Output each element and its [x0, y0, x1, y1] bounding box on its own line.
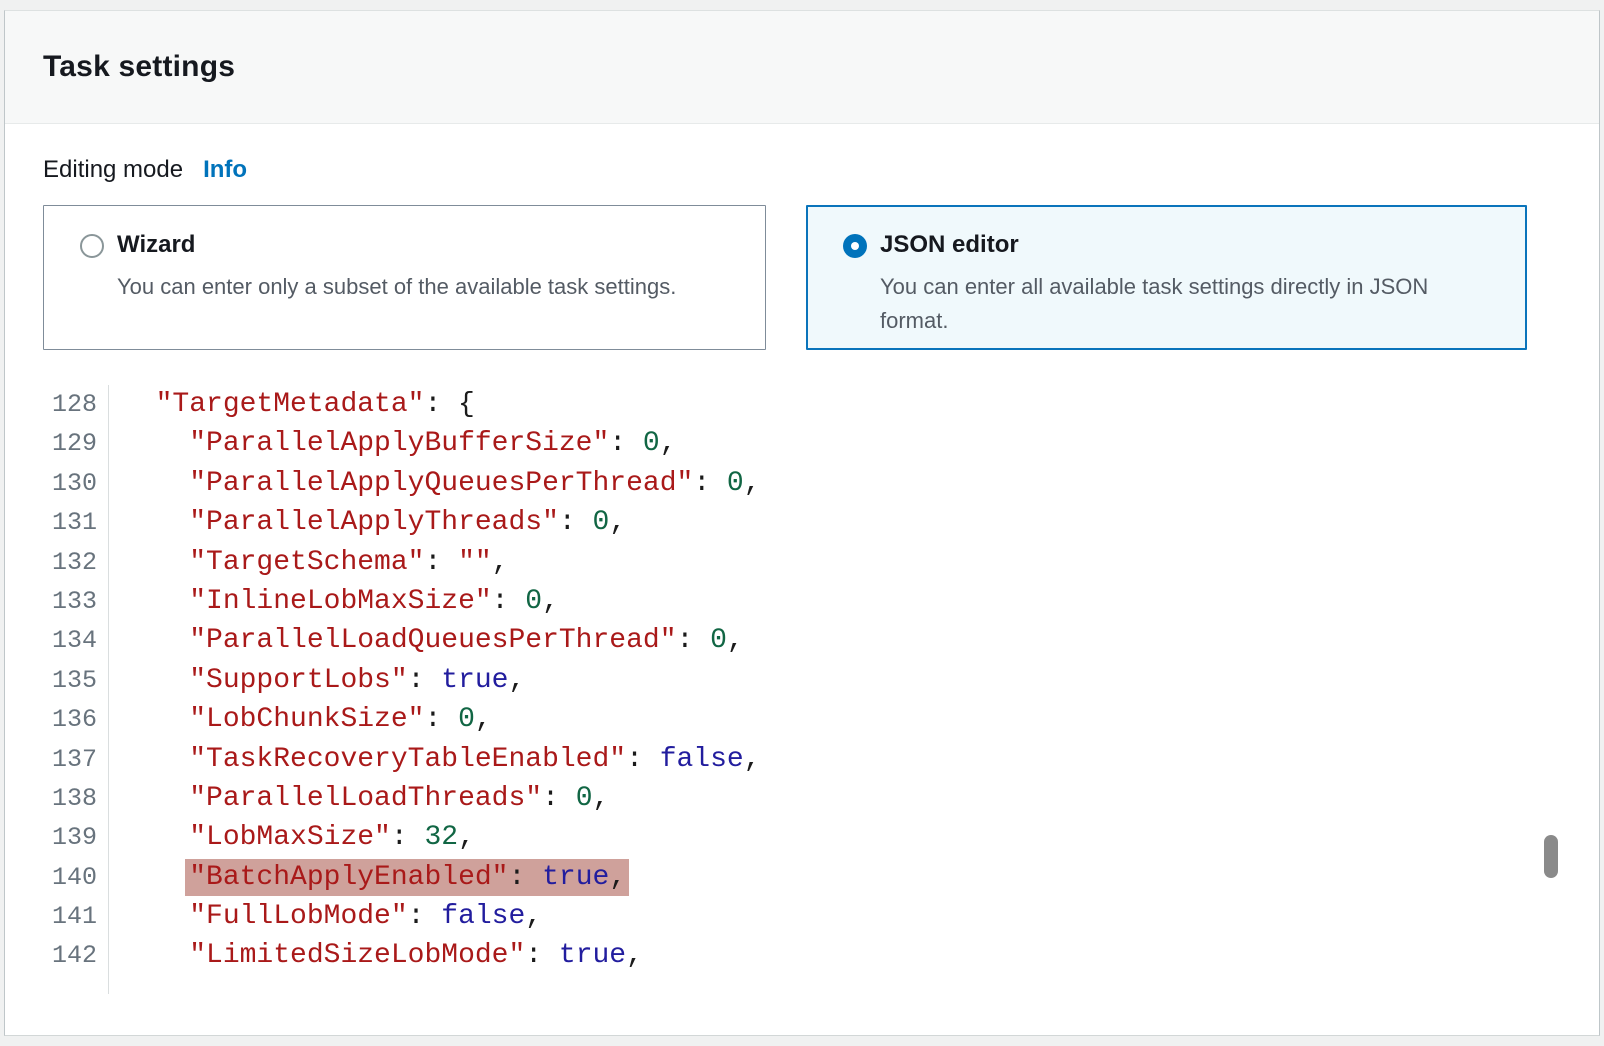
radio-selected-icon[interactable] — [843, 234, 867, 258]
line-number: 136 — [43, 700, 108, 739]
line-number: 133 — [43, 582, 108, 621]
code-line-text: "BatchApplyEnabled": true, — [108, 858, 629, 897]
task-settings-panel: Task settings Editing mode Info Wizard Y… — [4, 10, 1600, 1036]
line-number: 129 — [43, 424, 108, 463]
editing-mode-options: Wizard You can enter only a subset of th… — [43, 205, 1559, 350]
code-line-text: "ParallelApplyBufferSize": 0, — [108, 424, 677, 463]
json-editor-option-tile[interactable]: JSON editor You can enter all available … — [806, 205, 1527, 350]
line-number: 139 — [43, 818, 108, 857]
code-line[interactable]: 128 "TargetMetadata": { — [43, 385, 1559, 424]
code-line[interactable]: 142 "LimitedSizeLobMode": true, — [43, 936, 1559, 975]
json-editor-option-text: JSON editor You can enter all available … — [880, 230, 1500, 338]
wizard-option-label: Wizard — [117, 230, 676, 260]
info-link[interactable]: Info — [203, 154, 247, 186]
code-line-text: "LobChunkSize": 0, — [108, 700, 492, 739]
scrollbar-thumb[interactable] — [1544, 835, 1558, 878]
panel-header: Task settings — [5, 11, 1599, 124]
code-line[interactable]: 137 "TaskRecoveryTableEnabled": false, — [43, 740, 1559, 779]
page-title: Task settings — [43, 50, 235, 84]
highlighted-token-range: "BatchApplyEnabled": true, — [185, 859, 629, 896]
json-editor-option-description: You can enter all available task setting… — [880, 270, 1500, 338]
code-line[interactable]: 134 "ParallelLoadQueuesPerThread": 0, — [43, 621, 1559, 660]
code-line-text: "ParallelLoadThreads": 0, — [108, 779, 609, 818]
code-line-text: "ParallelApplyQueuesPerThread": 0, — [108, 464, 761, 503]
code-line-text: "ParallelLoadQueuesPerThread": 0, — [108, 621, 744, 660]
code-line-text: "SupportLobs": true, — [108, 661, 525, 700]
editing-mode-label: Editing mode — [43, 154, 183, 186]
line-number: 134 — [43, 621, 108, 660]
line-number: 142 — [43, 936, 108, 975]
wizard-option-description: You can enter only a subset of the avail… — [117, 270, 676, 304]
code-line-text: "LimitedSizeLobMode": true, — [108, 936, 643, 975]
code-line[interactable]: 129 "ParallelApplyBufferSize": 0, — [43, 424, 1559, 463]
code-line-text: "ParallelApplyThreads": 0, — [108, 503, 626, 542]
line-number: 140 — [43, 858, 108, 897]
code-line[interactable]: 132 "TargetSchema": "", — [43, 543, 1559, 582]
task-settings-page: Task settings Editing mode Info Wizard Y… — [0, 0, 1604, 1046]
json-code-editor[interactable]: 128 "TargetMetadata": {129 "ParallelAppl… — [43, 385, 1559, 994]
line-number: 137 — [43, 740, 108, 779]
line-number: 138 — [43, 779, 108, 818]
line-number: 130 — [43, 464, 108, 503]
code-line-text: "FullLobMode": false, — [108, 897, 542, 936]
code-line[interactable]: 133 "InlineLobMaxSize": 0, — [43, 582, 1559, 621]
line-number: 141 — [43, 897, 108, 936]
code-line-text: "TargetSchema": "", — [108, 543, 509, 582]
code-line[interactable]: 136 "LobChunkSize": 0, — [43, 700, 1559, 739]
wizard-option-text: Wizard You can enter only a subset of th… — [117, 230, 676, 304]
code-line-text: "InlineLobMaxSize": 0, — [108, 582, 559, 621]
line-number: 135 — [43, 661, 108, 700]
wizard-option-tile[interactable]: Wizard You can enter only a subset of th… — [43, 205, 766, 350]
code-line[interactable]: 138 "ParallelLoadThreads": 0, — [43, 779, 1559, 818]
code-line[interactable]: 141 "FullLobMode": false, — [43, 897, 1559, 936]
line-number: 131 — [43, 503, 108, 542]
code-line[interactable]: 130 "ParallelApplyQueuesPerThread": 0, — [43, 464, 1559, 503]
line-number: 128 — [43, 385, 108, 424]
code-line-text: "TaskRecoveryTableEnabled": false, — [108, 740, 761, 779]
code-line[interactable]: 131 "ParallelApplyThreads": 0, — [43, 503, 1559, 542]
code-line[interactable]: 140 "BatchApplyEnabled": true, — [43, 858, 1559, 897]
code-line-text: "TargetMetadata": { — [108, 385, 475, 424]
radio-unselected-icon[interactable] — [80, 234, 104, 258]
code-line[interactable]: 139 "LobMaxSize": 32, — [43, 818, 1559, 857]
line-number: 132 — [43, 543, 108, 582]
panel-body: Editing mode Info Wizard You can enter o… — [5, 124, 1599, 1034]
editing-mode-row: Editing mode Info — [43, 154, 1559, 186]
code-line-text: "LobMaxSize": 32, — [108, 818, 475, 857]
json-editor-option-label: JSON editor — [880, 230, 1500, 260]
code-line[interactable]: 135 "SupportLobs": true, — [43, 661, 1559, 700]
